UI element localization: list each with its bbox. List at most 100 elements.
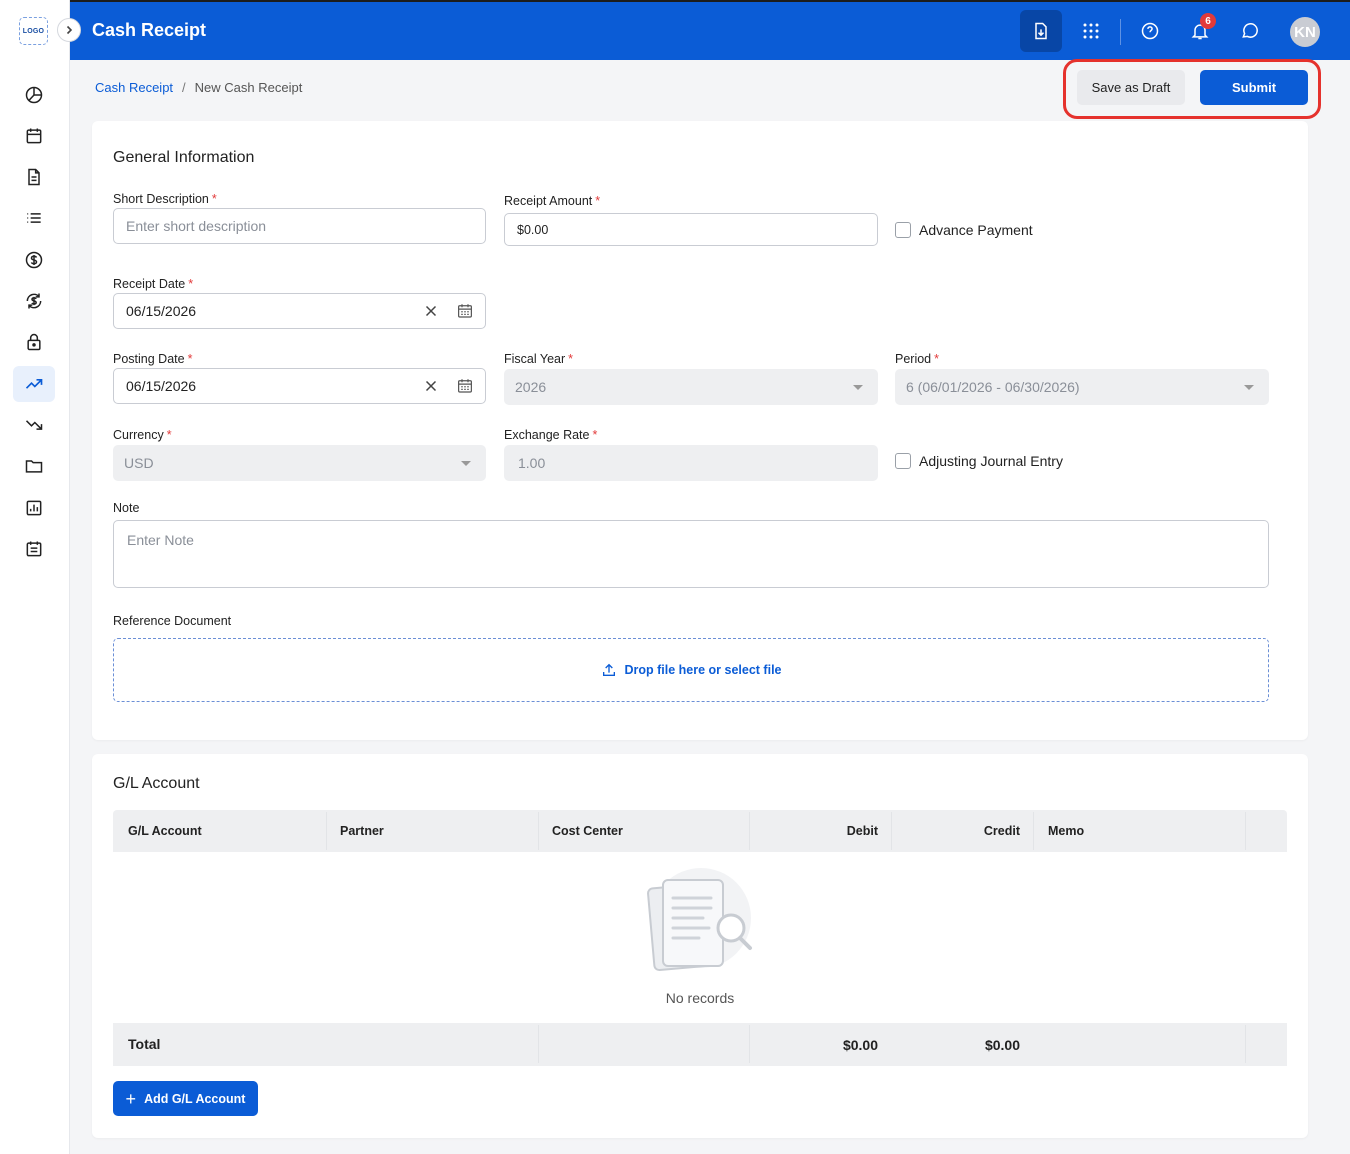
sidebar-item-disbursements[interactable] bbox=[13, 407, 55, 443]
add-gl-account-label: Add G/L Account bbox=[144, 1091, 246, 1106]
header-divider bbox=[1120, 19, 1121, 45]
total-label: Total bbox=[128, 1036, 161, 1052]
sidebar-item-reports[interactable] bbox=[13, 490, 55, 526]
column-divider bbox=[1245, 812, 1246, 850]
apps-button[interactable] bbox=[1070, 10, 1112, 52]
no-records-illustration-icon bbox=[647, 868, 752, 972]
calendar-icon[interactable] bbox=[456, 377, 474, 395]
upload-icon bbox=[602, 663, 615, 676]
download-document-button[interactable] bbox=[1020, 10, 1062, 52]
adjusting-journal-entry-checkbox-row[interactable]: Adjusting Journal Entry bbox=[895, 453, 1063, 469]
chevron-down-icon bbox=[461, 461, 471, 466]
sidebar-item-recurring[interactable] bbox=[13, 283, 55, 319]
advance-payment-checkbox-row[interactable]: Advance Payment bbox=[895, 222, 1033, 238]
sidebar-item-schedule[interactable] bbox=[13, 531, 55, 567]
apps-grid-icon bbox=[1083, 23, 1099, 39]
receipt-amount-input[interactable]: $0.00 bbox=[504, 213, 878, 246]
short-description-label: Short Description * bbox=[113, 192, 217, 206]
avatar[interactable]: KN bbox=[1290, 17, 1320, 47]
sidebar-item-dashboard[interactable] bbox=[13, 77, 55, 113]
help-button[interactable] bbox=[1129, 10, 1171, 52]
advance-payment-checkbox[interactable] bbox=[895, 222, 911, 238]
reference-document-label: Reference Document bbox=[113, 614, 232, 628]
list-icon bbox=[27, 213, 41, 223]
short-description-input[interactable]: Enter short description bbox=[113, 208, 486, 244]
sidebar-item-payments[interactable] bbox=[13, 242, 55, 278]
fiscal-year-value: 2026 bbox=[515, 379, 547, 395]
column-gl-account: G/L Account bbox=[128, 824, 202, 838]
logo: LOGO bbox=[19, 17, 48, 45]
clear-icon[interactable] bbox=[423, 303, 439, 319]
column-partner: Partner bbox=[340, 824, 384, 838]
sidebar-item-list[interactable] bbox=[13, 200, 55, 236]
clear-icon[interactable] bbox=[423, 378, 439, 394]
column-divider bbox=[326, 812, 327, 850]
sidebar-item-receipts[interactable] bbox=[13, 366, 55, 402]
sidebar-expand-button[interactable] bbox=[57, 18, 81, 42]
plus-icon: + bbox=[125, 1088, 137, 1109]
note-label: Note bbox=[113, 501, 140, 515]
sidebar-item-documents[interactable] bbox=[13, 159, 55, 195]
general-information-card: General Information Short Description * E… bbox=[92, 121, 1308, 740]
add-gl-account-button[interactable]: + Add G/L Account bbox=[113, 1081, 258, 1116]
chevron-down-icon bbox=[1244, 385, 1254, 390]
gl-account-card: G/L Account G/L Account Partner Cost Cen… bbox=[92, 754, 1308, 1138]
gl-table-header: G/L Account Partner Cost Center Debit Cr… bbox=[113, 810, 1287, 852]
total-row: Total $0.00 $0.00 bbox=[113, 1023, 1287, 1066]
file-dropzone[interactable]: Drop file here or select file bbox=[113, 638, 1269, 702]
document-download-icon bbox=[1035, 22, 1047, 40]
receipt-amount-label: Receipt Amount * bbox=[504, 194, 601, 208]
column-memo: Memo bbox=[1048, 824, 1085, 838]
posting-date-value: 06/15/2026 bbox=[126, 378, 197, 394]
submit-button[interactable]: Submit bbox=[1200, 70, 1308, 105]
chevron-down-icon bbox=[853, 385, 863, 390]
notifications-button[interactable]: 6 bbox=[1179, 10, 1221, 52]
column-divider bbox=[538, 812, 539, 850]
receipt-date-input[interactable]: 06/15/2026 bbox=[113, 293, 486, 329]
gl-account-title: G/L Account bbox=[113, 775, 200, 792]
column-credit: Credit bbox=[983, 824, 1020, 838]
notification-badge: 6 bbox=[1200, 13, 1216, 29]
receipt-date-value: 06/15/2026 bbox=[126, 303, 197, 319]
general-information-title: General Information bbox=[113, 149, 255, 166]
calendar-icon bbox=[26, 128, 42, 144]
chat-icon bbox=[1242, 23, 1258, 38]
save-draft-button[interactable]: Save as Draft bbox=[1077, 70, 1185, 105]
sidebar: LOGO bbox=[0, 0, 70, 1154]
calendar-icon[interactable] bbox=[456, 302, 474, 320]
period-value: 6 (06/01/2026 - 06/30/2026) bbox=[906, 379, 1080, 395]
adjusting-journal-entry-checkbox[interactable] bbox=[895, 453, 911, 469]
breadcrumb: Cash Receipt / New Cash Receipt bbox=[95, 80, 302, 95]
period-label: Period * bbox=[895, 352, 940, 366]
dropzone-text: Drop file here or select file bbox=[624, 663, 782, 677]
total-debit: $0.00 bbox=[842, 1037, 878, 1053]
dollar-icon bbox=[25, 251, 43, 269]
report-chart-icon bbox=[26, 500, 42, 516]
exchange-rate-input: 1.00 bbox=[504, 445, 878, 481]
breadcrumb-parent-link[interactable]: Cash Receipt bbox=[95, 80, 173, 95]
currency-select: USD bbox=[113, 445, 486, 481]
column-cost-center: Cost Center bbox=[552, 824, 623, 838]
dollar-cycle-icon bbox=[26, 293, 42, 309]
advance-payment-label: Advance Payment bbox=[919, 222, 1033, 238]
trending-down-icon bbox=[25, 420, 43, 430]
calendar-list-icon bbox=[26, 541, 42, 557]
column-debit: Debit bbox=[846, 824, 878, 838]
exchange-rate-label: Exchange Rate * bbox=[504, 428, 598, 442]
breadcrumb-current: New Cash Receipt bbox=[194, 80, 303, 95]
document-icon bbox=[28, 168, 40, 186]
posting-date-input[interactable]: 06/15/2026 bbox=[113, 368, 486, 404]
trending-up-icon bbox=[25, 379, 43, 389]
sidebar-item-calendar[interactable] bbox=[13, 118, 55, 154]
column-divider bbox=[1245, 1025, 1246, 1063]
app-header: Cash Receipt 6 KN bbox=[70, 0, 1350, 60]
fiscal-year-label: Fiscal Year * bbox=[504, 352, 574, 366]
note-textarea[interactable]: Enter Note bbox=[113, 520, 1269, 588]
sidebar-item-files[interactable] bbox=[13, 448, 55, 484]
chat-button[interactable] bbox=[1229, 10, 1271, 52]
total-credit: $0.00 bbox=[984, 1037, 1020, 1053]
folder-icon bbox=[25, 460, 43, 473]
no-records-text: No records bbox=[665, 990, 735, 1006]
help-icon bbox=[1141, 22, 1159, 40]
sidebar-item-security[interactable] bbox=[13, 324, 55, 360]
